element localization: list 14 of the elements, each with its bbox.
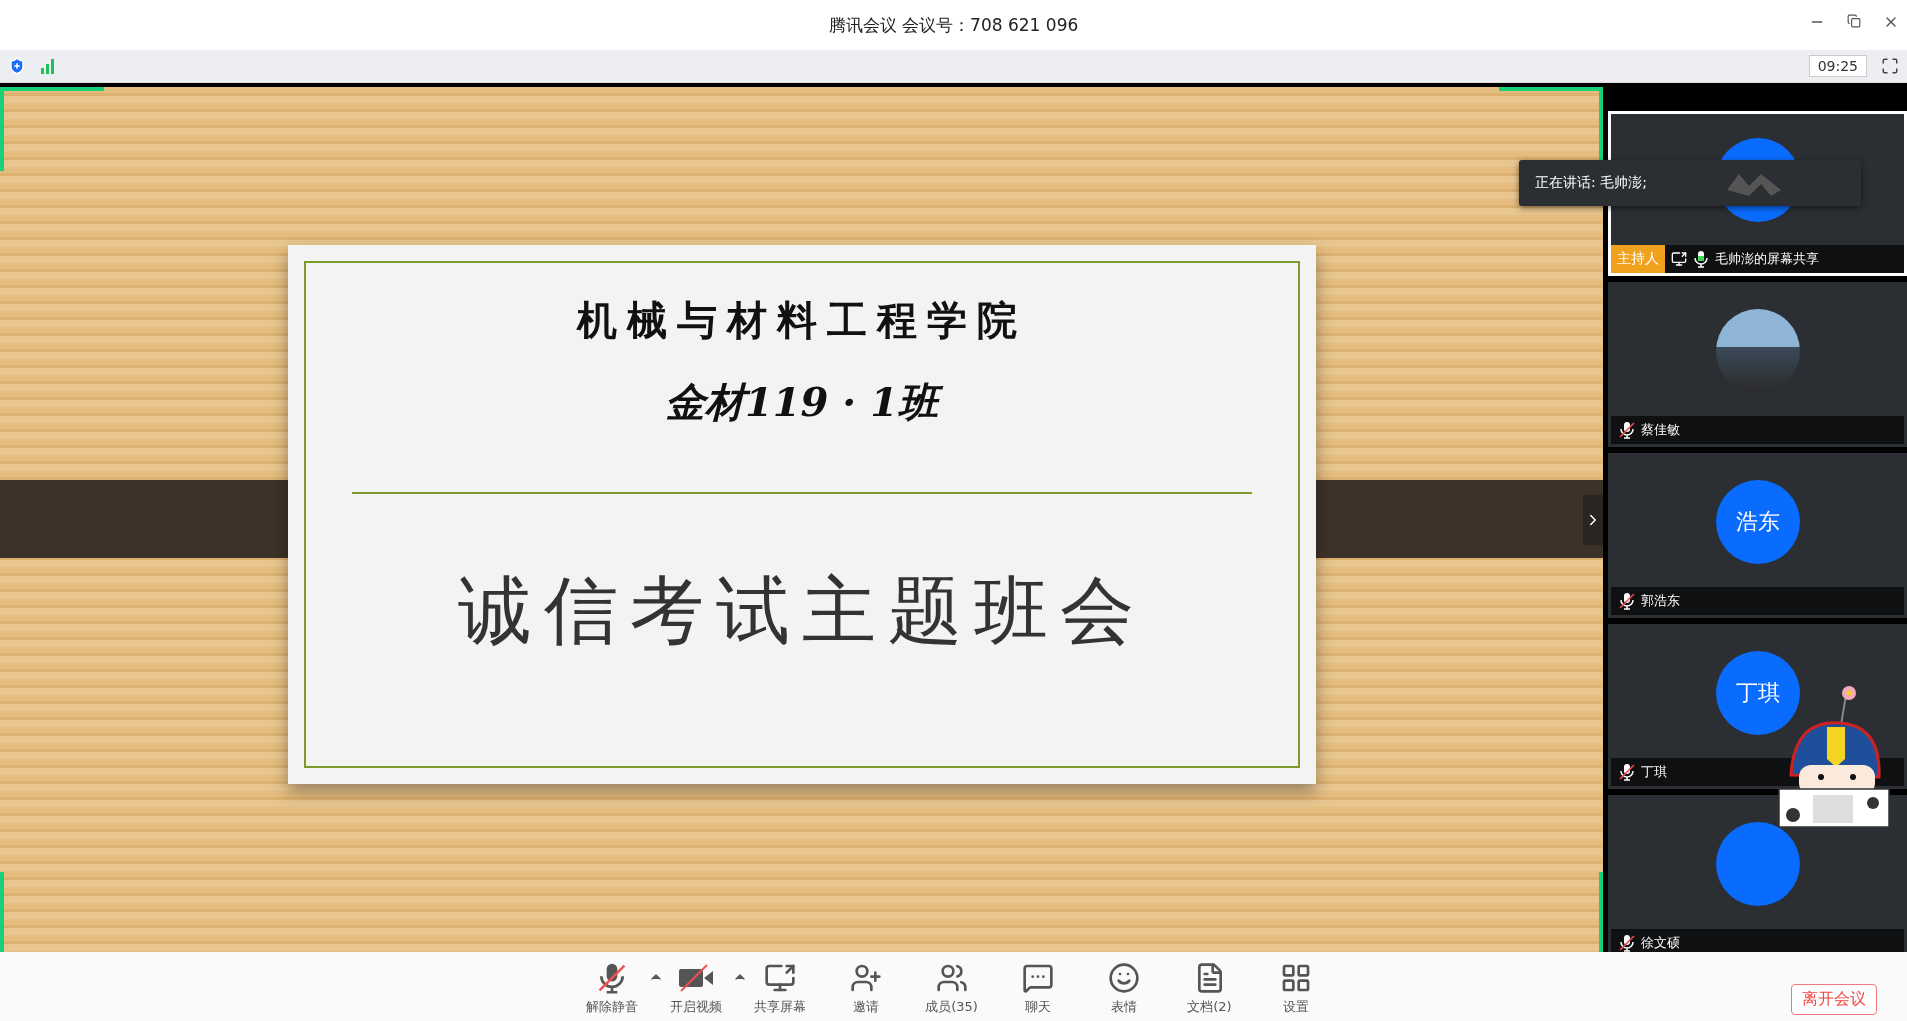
participant-name: 蔡佳敏 <box>1641 421 1680 439</box>
slide-school: 机械与材料工程学院 <box>576 295 1027 345</box>
slide-title: 诚信考试主题班会 <box>457 566 1146 655</box>
participant-name: 郭浩东 <box>1641 592 1680 610</box>
window-title: 腾讯会议 会议号：708 621 096 <box>828 13 1079 37</box>
speaking-text: 正在讲话: 毛帅澎; <box>1535 174 1647 192</box>
avatar: 浩东 <box>1715 479 1800 564</box>
host-badge: 主持人 <box>1611 245 1665 273</box>
avatar: 丁琪 <box>1715 650 1800 735</box>
participant-name: 徐文硕 <box>1641 934 1680 952</box>
slide-class: 金材119 · 1班 <box>650 372 953 432</box>
participant-name: 丁琪 <box>1641 763 1667 781</box>
meeting-timer: 09:25 <box>1808 55 1867 77</box>
participant-name: 毛帅澎的屏幕共享 <box>1715 250 1819 268</box>
